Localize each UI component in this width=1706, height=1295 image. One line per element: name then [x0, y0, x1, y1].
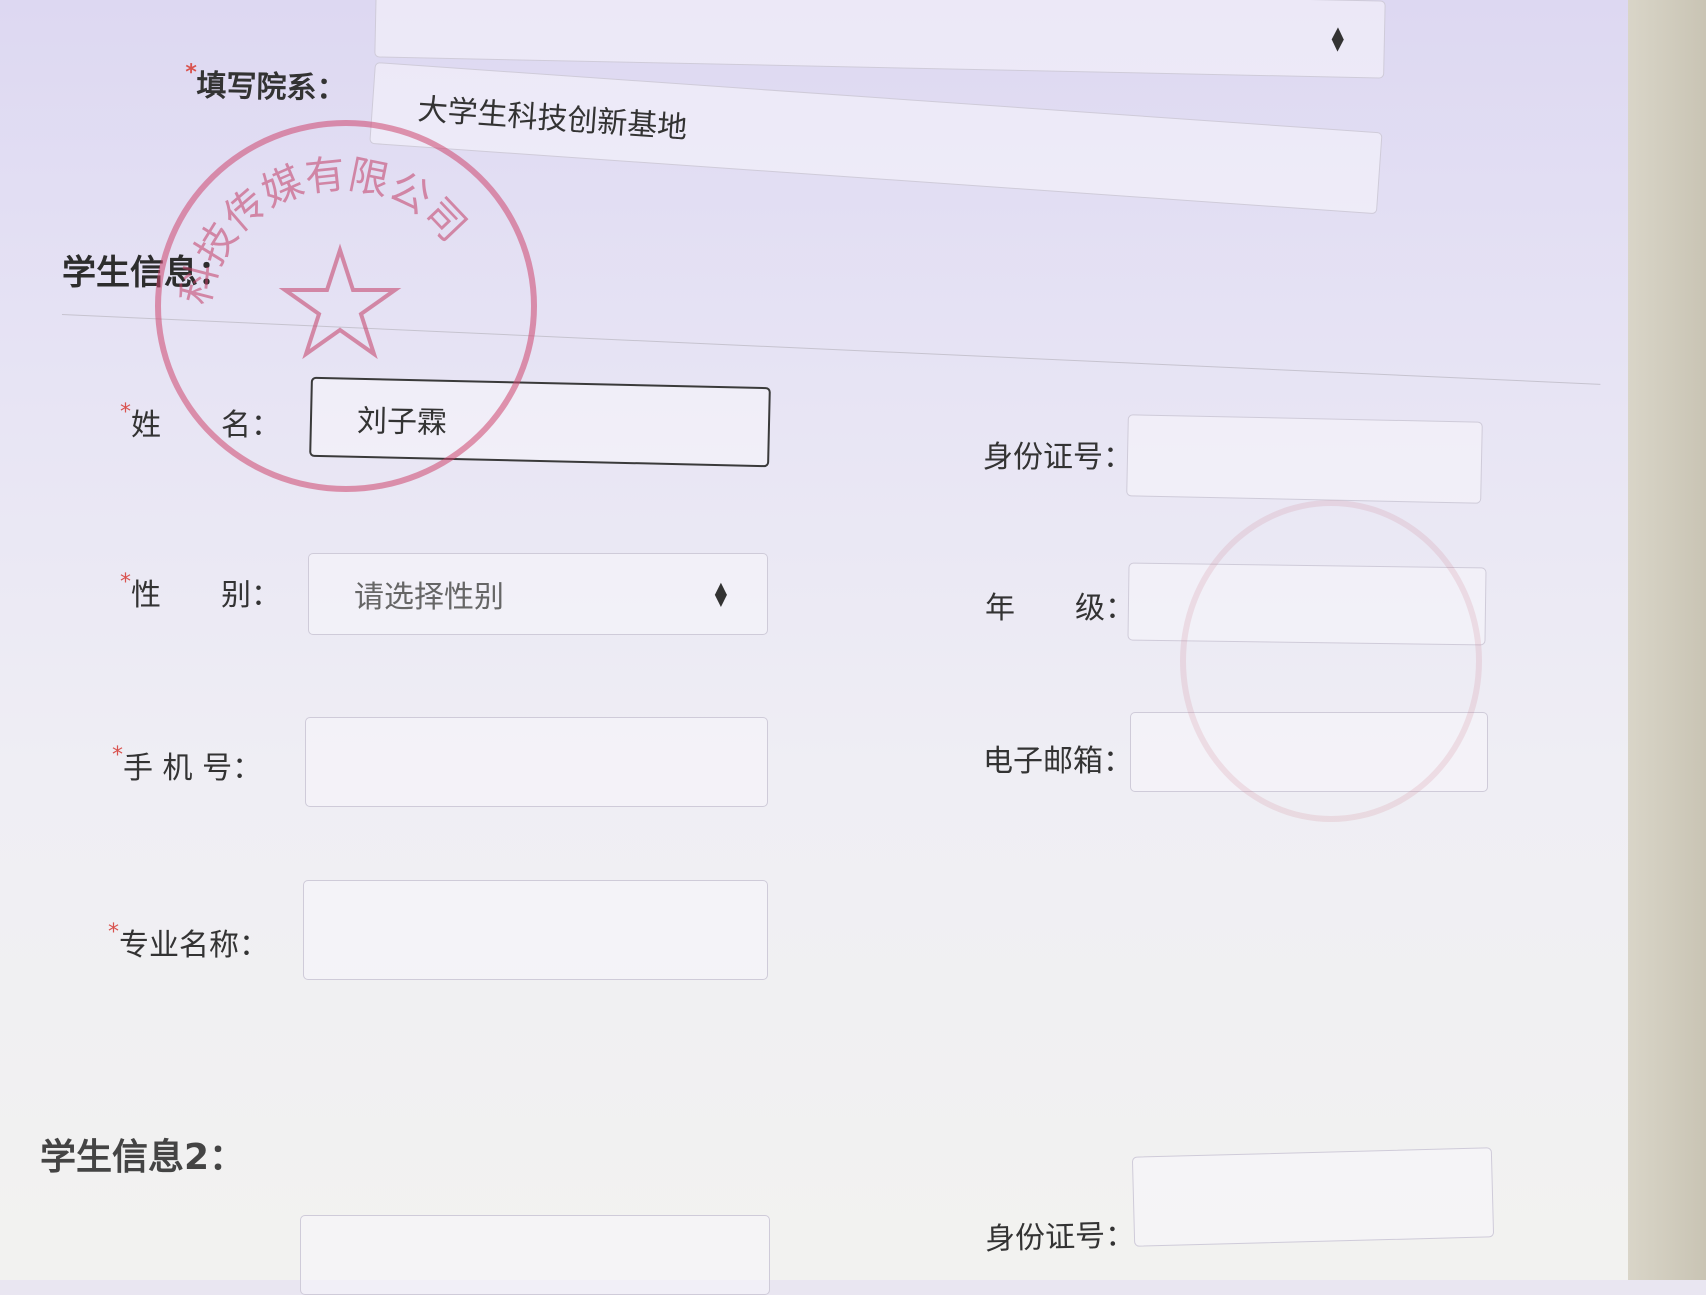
id-number2-label-text: 身份证号：	[984, 1218, 1136, 1257]
star-icon	[278, 243, 402, 360]
screen-bezel	[1628, 0, 1706, 1280]
select-arrows-icon: ▲ ▼	[1331, 22, 1345, 54]
required-mark: *	[120, 400, 131, 425]
grade-label: 年 级：	[985, 583, 1135, 627]
student-info2-title: 学生信息2：	[40, 1137, 246, 1178]
id-number-input[interactable]	[1126, 414, 1483, 504]
gender-label-text: 性 别：	[131, 578, 281, 613]
required-mark: *	[112, 743, 123, 768]
stamp-text: 科技传媒有限公司	[173, 151, 475, 309]
email-label-text: 电子邮箱：	[983, 744, 1133, 779]
department-label: *填写院系：	[185, 60, 347, 107]
id-number-label: 身份证号：	[983, 432, 1133, 476]
phone-input[interactable]	[305, 717, 768, 807]
department-label-text: 填写院系：	[196, 68, 347, 107]
required-mark: *	[184, 60, 197, 86]
stamp-graphic: 科技传媒有限公司	[173, 151, 475, 360]
id-number-label-text: 身份证号：	[983, 440, 1133, 475]
major-label: *专业名称：	[108, 920, 269, 964]
id-number2-input[interactable]	[1131, 1147, 1495, 1247]
gender-select[interactable]: 请选择性别 ▲ ▼	[308, 553, 768, 635]
id-number2-label: 身份证号：	[984, 1210, 1136, 1258]
grade-label-text: 年 级：	[985, 591, 1135, 626]
gender-placeholder: 请选择性别	[354, 580, 504, 615]
faint-stamp	[1180, 500, 1482, 822]
form-page: ▲ ▼ *填写院系： 大学生科技创新基地 学生信息： *姓 名： 刘子霖 身份证号…	[0, 0, 1706, 1295]
phone-label: *手 机 号：	[112, 743, 262, 787]
major-input[interactable]	[303, 880, 768, 980]
required-mark: *	[108, 920, 119, 945]
select-arrows-icon: ▲ ▼	[714, 578, 727, 609]
required-mark: *	[120, 570, 131, 595]
phone-label-text: 手 机 号：	[123, 751, 263, 786]
major-label-text: 专业名称：	[119, 928, 269, 963]
email-label: 电子邮箱：	[983, 736, 1133, 780]
company-stamp: 科技传媒有限公司	[155, 120, 537, 492]
top-select[interactable]: ▲ ▼	[374, 0, 1386, 79]
gender-label: *性 别：	[120, 570, 281, 614]
student2-field-left[interactable]	[300, 1215, 770, 1295]
svg-text:科技传媒有限公司: 科技传媒有限公司	[173, 151, 475, 309]
